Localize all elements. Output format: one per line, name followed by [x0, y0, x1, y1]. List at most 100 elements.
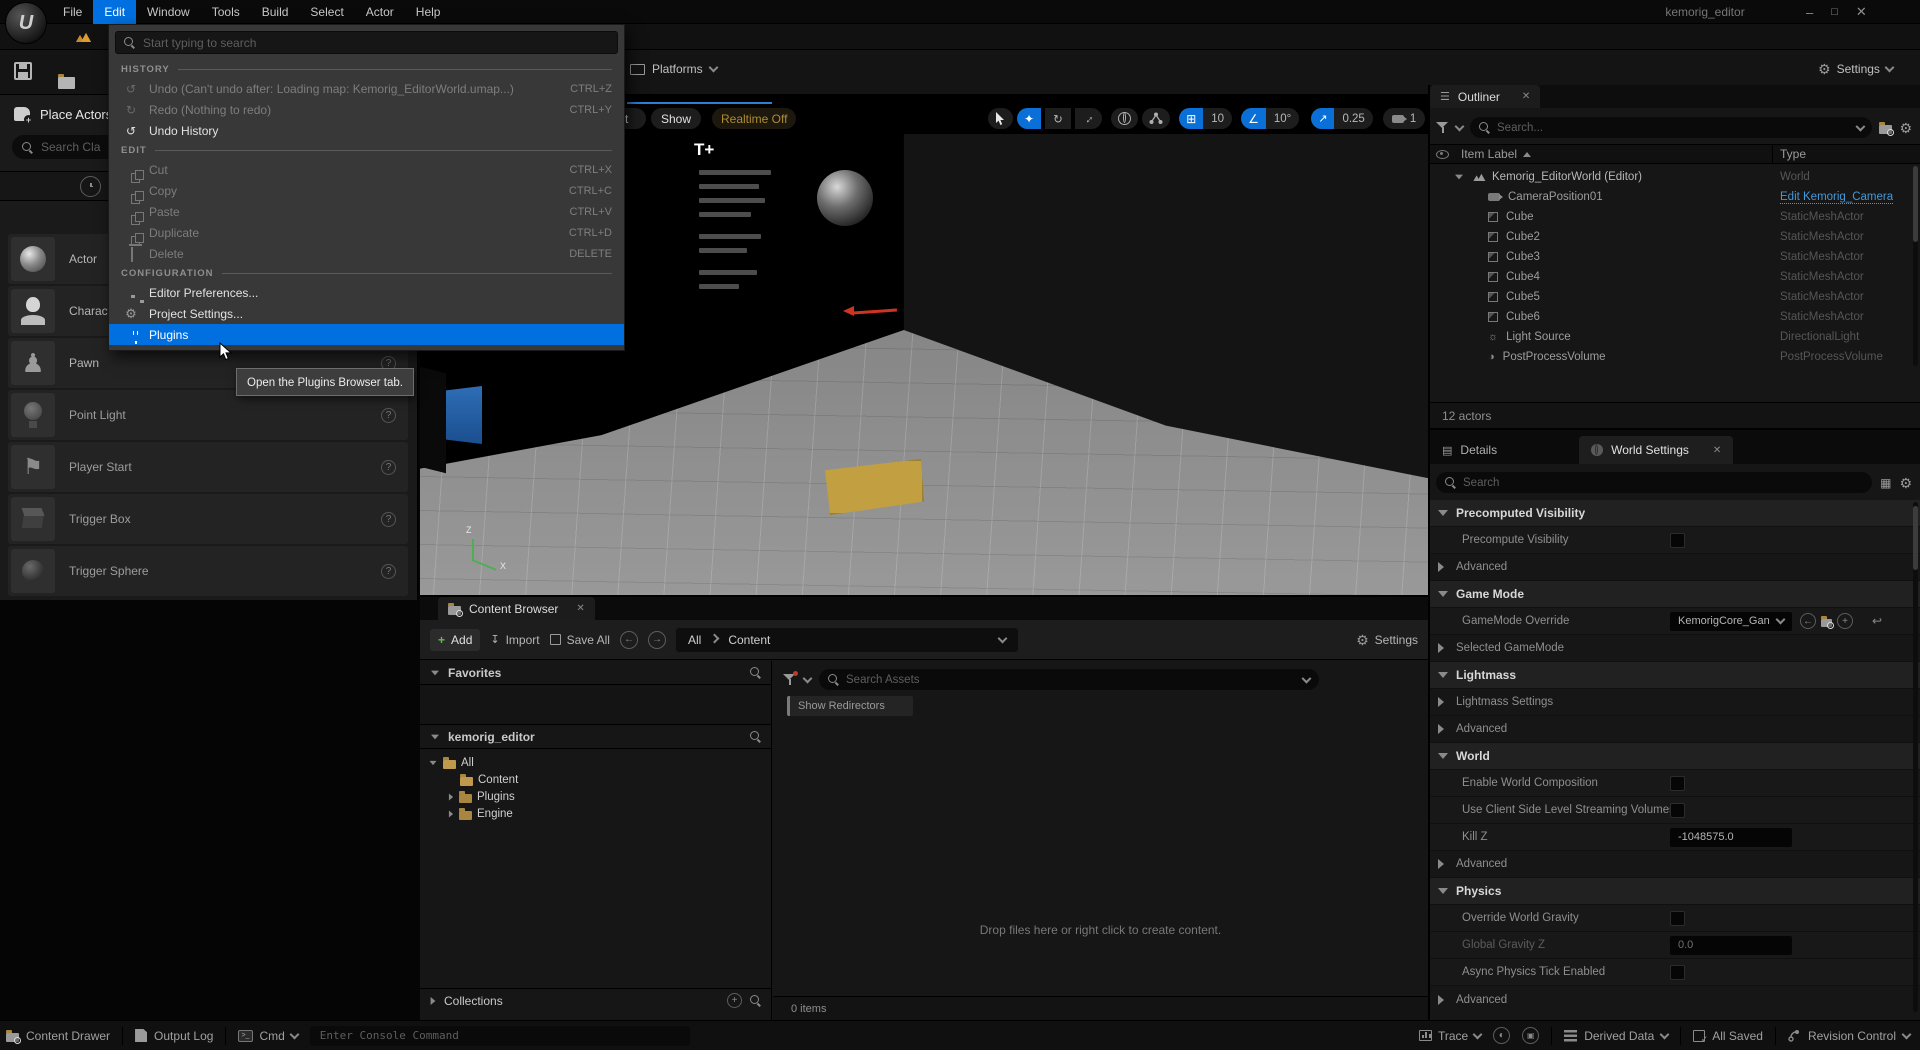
menu-item-paste[interactable]: Paste CTRL+V: [109, 201, 624, 222]
menu-window[interactable]: Window: [136, 0, 201, 24]
chevron-down-icon[interactable]: [998, 633, 1008, 643]
recently-placed-icon[interactable]: [80, 176, 101, 197]
outliner-header[interactable]: Item Label Type: [1430, 144, 1920, 164]
world-settings-tab[interactable]: World Settings ✕: [1579, 436, 1733, 464]
menu-search-input[interactable]: [143, 36, 609, 50]
tree-item-plugins[interactable]: Plugins: [428, 789, 771, 805]
console-command-field[interactable]: [310, 1026, 690, 1046]
section-physics[interactable]: Physics: [1430, 878, 1920, 905]
details-tab[interactable]: ▤ Details: [1430, 436, 1509, 464]
close-icon[interactable]: ✕: [1522, 91, 1530, 102]
browse-to-asset-icon[interactable]: [1821, 616, 1832, 627]
save-all-button[interactable]: Save All: [550, 633, 610, 647]
outliner-row-world[interactable]: Kemorig_EditorWorld (Editor) World: [1430, 167, 1920, 187]
enable-world-composition-checkbox[interactable]: [1670, 776, 1685, 791]
cmd-selector[interactable]: >_ Cmd: [238, 1029, 297, 1043]
close-icon[interactable]: ✕: [576, 603, 584, 614]
create-folder-icon[interactable]: [1879, 122, 1892, 134]
search-icon[interactable]: [750, 731, 761, 742]
precompute-visibility-checkbox[interactable]: [1670, 533, 1685, 548]
scale-tool-button[interactable]: ↔: [1075, 108, 1103, 129]
place-actor-item-trigger-box[interactable]: Trigger Box ?: [8, 494, 408, 544]
help-icon[interactable]: ?: [381, 460, 396, 475]
menu-item-undo[interactable]: ↺ Undo (Can't undo after: Loading map: K…: [109, 78, 624, 99]
toolbar-settings-button[interactable]: ⚙ Settings: [1818, 62, 1893, 76]
menu-item-copy[interactable]: Copy CTRL+C: [109, 180, 624, 201]
selected-gamemode-row[interactable]: Selected GameMode: [1430, 635, 1920, 662]
place-actor-item-trigger-sphere[interactable]: Trigger Sphere ?: [8, 546, 408, 596]
outliner-row-cube6[interactable]: Cube6StaticMeshActor: [1430, 307, 1920, 327]
outliner-row-cube[interactable]: CubeStaticMeshActor: [1430, 207, 1920, 227]
outliner-tab[interactable]: ☰ Outliner ✕: [1430, 85, 1540, 108]
move-tool-button[interactable]: ✦: [1017, 108, 1041, 129]
all-saved-indicator[interactable]: ✓ All Saved: [1693, 1029, 1763, 1043]
collections-header[interactable]: Collections +: [420, 988, 771, 1012]
content-settings-button[interactable]: ⚙Settings: [1356, 633, 1418, 647]
display-options-icon[interactable]: ▦: [1880, 476, 1891, 490]
gizmo-x-arrow[interactable]: [853, 308, 897, 314]
trace-button[interactable]: Trace: [1419, 1029, 1481, 1043]
outliner-settings-icon[interactable]: ⚙: [1899, 121, 1912, 135]
visibility-column-icon[interactable]: [1436, 150, 1449, 159]
insights-icon[interactable]: ◐: [1493, 1027, 1510, 1044]
forward-icon[interactable]: →: [648, 631, 666, 649]
place-actor-item-point-light[interactable]: Point Light ?: [8, 390, 408, 440]
menu-item-delete[interactable]: Delete DELETE: [109, 243, 624, 264]
expander-icon[interactable]: [1438, 724, 1444, 734]
expander-icon[interactable]: [1438, 591, 1448, 597]
tree-item-content[interactable]: Content: [428, 772, 771, 788]
screenshot-icon[interactable]: ▣: [1522, 1027, 1539, 1044]
menu-search[interactable]: [115, 31, 618, 54]
expander-icon[interactable]: [1438, 672, 1448, 678]
surface-snapping-button[interactable]: [1142, 108, 1170, 129]
advanced-row[interactable]: Advanced: [1430, 716, 1920, 743]
outliner-search[interactable]: [1470, 117, 1872, 138]
menu-item-redo[interactable]: ↻ Redo (Nothing to redo) CTRL+Y: [109, 99, 624, 120]
expander-icon[interactable]: [1438, 888, 1448, 894]
add-new-icon[interactable]: +: [1837, 613, 1853, 629]
lightmass-settings-row[interactable]: Lightmass Settings: [1430, 689, 1920, 716]
menu-actor[interactable]: Actor: [355, 0, 405, 24]
filter-icon[interactable]: [1436, 122, 1449, 133]
console-command-input[interactable]: [320, 1029, 680, 1042]
expander-icon[interactable]: [1438, 753, 1448, 759]
show-button[interactable]: Show: [651, 108, 701, 129]
menu-item-duplicate[interactable]: Duplicate CTRL+D: [109, 222, 624, 243]
close-icon[interactable]: ✕: [1713, 445, 1721, 456]
kill-z-input[interactable]: -1048575.0: [1670, 828, 1792, 847]
section-game-mode[interactable]: Game Mode: [1430, 581, 1920, 608]
advanced-row[interactable]: Advanced: [1430, 554, 1920, 581]
help-icon[interactable]: ?: [381, 408, 396, 423]
expander-icon[interactable]: [431, 670, 439, 675]
edit-camera-link[interactable]: Edit Kemorig_Camera: [1780, 191, 1893, 204]
outliner-row-cube4[interactable]: Cube4StaticMeshActor: [1430, 267, 1920, 287]
menu-item-cut[interactable]: Cut CTRL+X: [109, 159, 624, 180]
section-lightmass[interactable]: Lightmass: [1430, 662, 1920, 689]
menu-tools[interactable]: Tools: [201, 0, 251, 24]
filter-icon[interactable]: [783, 674, 796, 685]
help-icon[interactable]: ?: [381, 512, 396, 527]
place-actor-item-player-start[interactable]: ⚑ Player Start ?: [8, 442, 408, 492]
expander-icon[interactable]: [449, 794, 453, 801]
breadcrumb-root[interactable]: All: [688, 633, 701, 647]
global-gravity-z-input[interactable]: 0.0: [1670, 936, 1792, 955]
async-physics-tick-checkbox[interactable]: [1670, 965, 1685, 980]
scale-snap-control[interactable]: ↗ 0.25: [1311, 108, 1373, 129]
advanced-row[interactable]: Advanced: [1430, 986, 1920, 1013]
add-button[interactable]: +Add: [430, 629, 480, 651]
maximize-icon[interactable]: □: [1831, 6, 1838, 18]
menu-file[interactable]: File: [52, 0, 93, 24]
rotate-tool-button[interactable]: ↻: [1045, 108, 1071, 129]
tree-item-engine[interactable]: Engine: [428, 806, 771, 822]
expander-icon[interactable]: [1455, 175, 1463, 180]
import-button[interactable]: ↧Import: [490, 633, 539, 647]
menu-item-editor-preferences[interactable]: Editor Preferences...: [109, 282, 624, 303]
sort-ascending-icon[interactable]: [1523, 152, 1531, 157]
section-precomputed-visibility[interactable]: Precomputed Visibility: [1430, 500, 1920, 527]
favorites-header[interactable]: Favorites: [420, 661, 771, 685]
expander-icon[interactable]: [1438, 995, 1444, 1005]
path-breadcrumb[interactable]: All Content: [676, 628, 1018, 652]
client-side-streaming-checkbox[interactable]: [1670, 803, 1685, 818]
details-scrollbar[interactable]: [1913, 502, 1918, 1012]
advanced-row[interactable]: Advanced: [1430, 851, 1920, 878]
